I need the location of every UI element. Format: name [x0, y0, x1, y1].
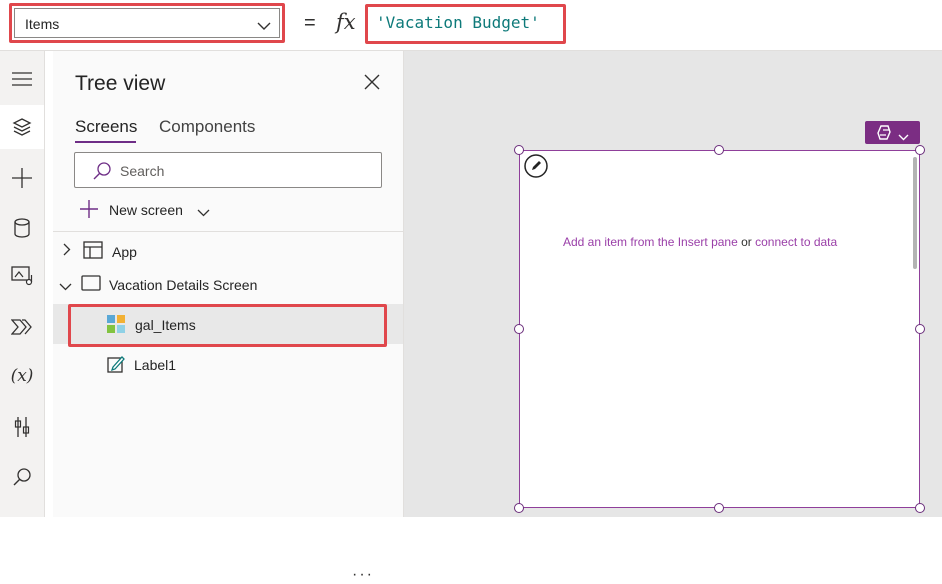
active-tab-indicator [75, 141, 136, 143]
tree-view-icon[interactable] [0, 105, 44, 149]
tree-node-label1[interactable]: Label1 [103, 353, 403, 377]
panel-title: Tree view [75, 72, 166, 95]
formula-bar: Items = fx 'Vacation Budget' [0, 0, 942, 51]
hint-or: or [741, 235, 752, 249]
power-automate-icon[interactable] [0, 305, 44, 349]
fx-icon[interactable]: fx [336, 10, 356, 34]
tab-components[interactable]: Components [159, 117, 255, 137]
resize-handle[interactable] [915, 503, 925, 513]
resize-handle[interactable] [714, 145, 724, 155]
resize-handle[interactable] [915, 145, 925, 155]
search-icon[interactable] [0, 455, 44, 499]
hamburger-icon[interactable] [0, 57, 44, 101]
app-icon [83, 241, 103, 262]
tree-view-panel: Tree view Screens Components Search New … [53, 51, 403, 583]
resize-handle[interactable] [915, 324, 925, 334]
gallery-empty-hint: Add an item from the Insert pane or conn… [563, 235, 837, 249]
edit-pencil-icon[interactable] [524, 154, 548, 183]
chevron-down-icon [898, 128, 909, 146]
resize-handle[interactable] [714, 503, 724, 513]
tree-node-screen[interactable]: Vacation Details Screen [59, 273, 403, 297]
equals-sign: = [304, 12, 316, 34]
screen-icon [81, 275, 101, 294]
gallery-highlight-box [68, 304, 387, 347]
tree-node-app[interactable]: App [63, 240, 403, 264]
tab-screens[interactable]: Screens [75, 117, 137, 137]
left-rail: (x) [0, 51, 45, 517]
formula-highlight-box [365, 4, 566, 44]
data-icon[interactable] [0, 206, 44, 250]
media-icon[interactable] [0, 254, 44, 298]
new-screen-label: New screen [109, 202, 183, 218]
copilot-button[interactable] [865, 121, 920, 144]
resize-handle[interactable] [514, 503, 524, 513]
close-icon[interactable] [364, 74, 380, 95]
tree-node-label: App [112, 244, 137, 260]
label-icon [107, 355, 125, 376]
plus-icon [79, 199, 99, 224]
search-icon [92, 161, 112, 186]
resize-handle[interactable] [514, 145, 524, 155]
copilot-icon [875, 124, 895, 146]
more-options-icon[interactable]: ··· [352, 566, 374, 584]
advanced-tools-icon[interactable] [0, 405, 44, 449]
variables-icon[interactable]: (x) [0, 354, 44, 398]
chevron-right-icon[interactable] [63, 243, 71, 259]
insert-icon[interactable] [0, 156, 44, 200]
chevron-down-icon [197, 204, 210, 222]
divider [53, 231, 403, 232]
hint-insert-link[interactable]: Add an item from the Insert pane [563, 235, 738, 249]
tree-node-label: Label1 [134, 357, 177, 373]
tree-node-label: Vacation Details Screen [109, 277, 258, 293]
resize-handle[interactable] [514, 324, 524, 334]
hint-connect-link[interactable]: connect to data [755, 235, 837, 249]
chevron-down-icon[interactable] [59, 278, 72, 294]
search-input[interactable]: Search [74, 152, 382, 188]
property-highlight-box [9, 3, 285, 43]
search-placeholder: Search [120, 163, 165, 179]
gallery-scrollbar[interactable] [913, 157, 917, 269]
gallery-control[interactable] [519, 150, 920, 508]
